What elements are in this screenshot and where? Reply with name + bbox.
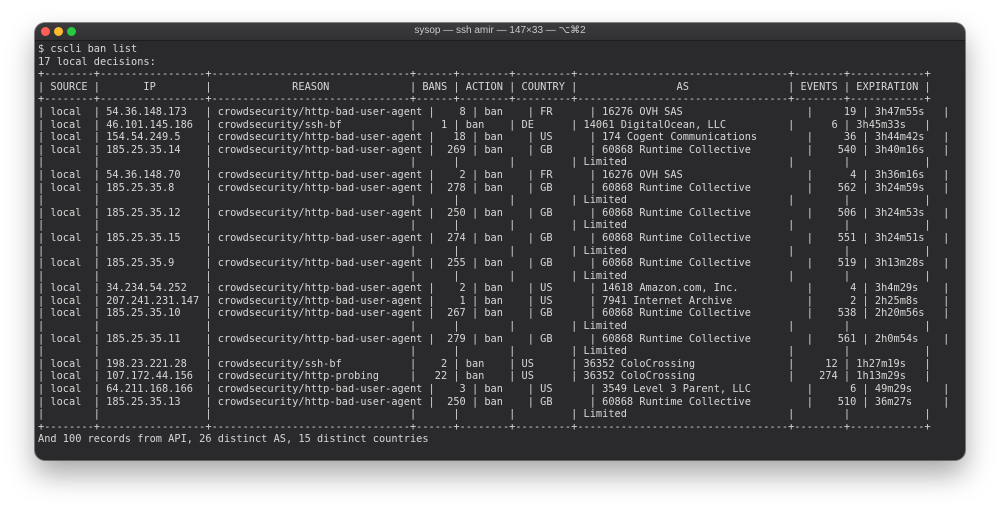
terminal-line: | | | | | | | Limited | | | xyxy=(38,156,931,169)
terminal-line: | local | 207.241.231.147 | crowdsecurit… xyxy=(38,294,950,307)
title-bar: sysop — ssh amir — 147×33 — ⌥⌘2 xyxy=(35,23,965,41)
terminal-line: 17 local decisions: xyxy=(38,55,156,68)
terminal-line: | SOURCE | IP | REASON | BANS | ACTION |… xyxy=(38,80,931,93)
terminal-line: | local | 185.25.35.8 | crowdsecurity/ht… xyxy=(38,181,950,194)
terminal-line: | local | 154.54.249.5 | crowdsecurity/h… xyxy=(38,131,950,144)
window-title: sysop — ssh amir — 147×33 — ⌥⌘2 xyxy=(414,25,586,36)
terminal-line: | local | 54.36.148.70 | crowdsecurity/h… xyxy=(38,168,950,181)
terminal-line: +--------+-----------------+------------… xyxy=(38,420,931,433)
command-line: $ cscli ban list xyxy=(38,43,138,55)
terminal-output[interactable]: $ cscli ban list 17 local decisions: +----… xyxy=(38,43,965,460)
terminal-line: | | | | | | | Limited | | | xyxy=(38,345,931,358)
terminal-line: | local | 64.211.168.166 | crowdsecurity… xyxy=(38,383,950,396)
terminal-line: | local | 185.25.35.9 | crowdsecurity/ht… xyxy=(38,257,950,270)
terminal-window: sysop — ssh amir — 147×33 — ⌥⌘2 $ cscli … xyxy=(35,23,965,460)
terminal-line: | local | 198.23.221.28 | crowdsecurity/… xyxy=(38,357,931,370)
terminal-line: | local | 54.36.148.173 | crowdsecurity/… xyxy=(38,105,950,118)
terminal-line: | | | | | | | Limited | | | xyxy=(38,194,931,207)
terminal-line: | local | 185.25.35.10 | crowdsecurity/h… xyxy=(38,307,950,320)
terminal-line: +--------+-----------------+------------… xyxy=(38,93,931,106)
terminal-line: | | | | | | | Limited | | | xyxy=(38,408,931,421)
terminal-line: | local | 46.101.145.186 | crowdsecurity… xyxy=(38,118,931,131)
terminal-line: | local | 185.25.35.14 | crowdsecurity/h… xyxy=(38,143,950,156)
terminal-line: | | | | | | | Limited | | | xyxy=(38,244,931,257)
terminal-line: +--------+-----------------+------------… xyxy=(38,68,931,81)
terminal-line: | local | 185.25.35.11 | crowdsecurity/h… xyxy=(38,332,950,345)
terminal-line: | | | | | | | Limited | | | xyxy=(38,219,931,232)
terminal-line: | local | 185.25.35.15 | crowdsecurity/h… xyxy=(38,231,950,244)
terminal-line: | local | 34.234.54.252 | crowdsecurity/… xyxy=(38,282,950,295)
terminal-line: | local | 185.25.35.13 | crowdsecurity/h… xyxy=(38,395,950,408)
terminal-line: | local | 107.172.44.156 | crowdsecurity… xyxy=(38,370,931,383)
terminal-line: And 100 records from API, 26 distinct AS… xyxy=(38,433,429,446)
terminal-line: | local | 185.25.35.12 | crowdsecurity/h… xyxy=(38,206,950,219)
terminal-line: | | | | | | | Limited | | | xyxy=(38,269,931,282)
terminal-line: | | | | | | | Limited | | | xyxy=(38,320,931,333)
